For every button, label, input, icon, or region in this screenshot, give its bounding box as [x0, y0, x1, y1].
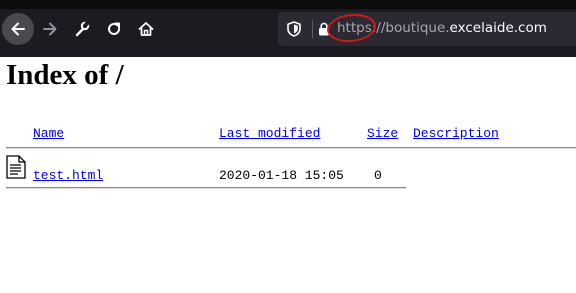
address-bar[interactable]: https://boutique.excelaide.com — [278, 12, 576, 46]
forward-arrow-icon — [43, 22, 57, 36]
url-scheme: https:// — [337, 20, 386, 36]
forward-button[interactable] — [34, 13, 66, 45]
file-icon — [6, 155, 26, 179]
file-size: 0 — [374, 168, 382, 183]
tracking-protection-button[interactable] — [284, 19, 304, 39]
site-security-button[interactable] — [314, 19, 334, 39]
customize-toolbar-button[interactable] — [66, 13, 98, 45]
tab-strip — [0, 0, 576, 9]
file-link-test-html[interactable]: test.html — [33, 168, 103, 183]
column-header-size[interactable]: Size — [367, 126, 398, 141]
back-button[interactable] — [2, 13, 34, 45]
url-subdomain: boutique. — [385, 20, 450, 36]
url-divider — [312, 20, 313, 38]
home-button[interactable] — [130, 13, 162, 45]
url-text[interactable]: https://boutique.excelaide.com — [337, 20, 547, 36]
url-domain: excelaide.com — [449, 20, 547, 36]
reload-icon — [108, 22, 120, 35]
home-icon — [138, 22, 154, 36]
back-arrow-icon — [11, 22, 25, 36]
lock-icon — [319, 22, 329, 36]
browser-toolbar: https://boutique.excelaide.com — [0, 0, 576, 57]
header-separator — [6, 147, 576, 149]
footer-separator — [6, 187, 406, 189]
column-header-last-modified[interactable]: Last modified — [219, 126, 320, 141]
shield-icon — [287, 21, 301, 37]
wrench-icon — [75, 20, 90, 37]
page-title: Index of / — [6, 59, 124, 91]
file-last-modified: 2020-01-18 15:05 — [219, 168, 344, 183]
column-header-description[interactable]: Description — [413, 126, 499, 141]
page-content: Index of / Name Last modified Size Descr… — [0, 57, 576, 293]
reload-button[interactable] — [98, 13, 130, 45]
column-header-name[interactable]: Name — [33, 126, 64, 141]
